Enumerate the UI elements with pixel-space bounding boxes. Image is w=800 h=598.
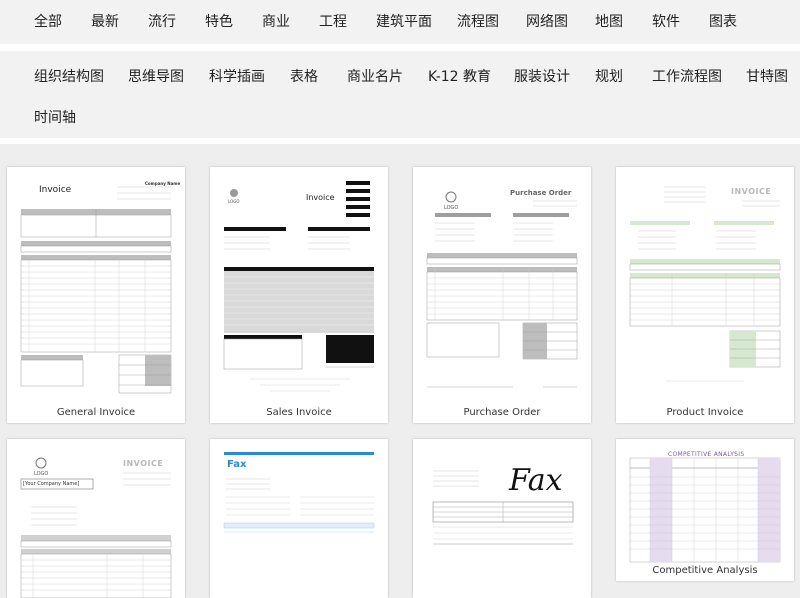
template-doc-title: Invoice	[306, 193, 335, 202]
nav-item-business[interactable]: 商业	[262, 13, 290, 31]
nav-item-engineering[interactable]: 工程	[319, 13, 347, 31]
nav-item-science[interactable]: 科学插画	[209, 68, 265, 86]
template-doc-title: INVOICE	[731, 187, 772, 196]
nav-item-planning[interactable]: 规划	[595, 68, 623, 86]
template-thumbnail	[20, 186, 172, 394]
nav-item-business-card[interactable]: 商业名片	[347, 68, 403, 86]
template-card-fax-script[interactable]: Fax	[413, 439, 591, 598]
logo-text: LOGO	[34, 471, 49, 477]
template-caption: Sales Invoice	[266, 407, 332, 418]
nav-item-org-chart[interactable]: 组织结构图	[34, 68, 104, 86]
template-company-name: [Your Company Name]	[23, 481, 80, 487]
category-nav-primary: 全部 最新 流行 特色 商业 工程 建筑平面 流程图 网络图 地图 软件 图表	[0, 0, 800, 44]
nav-item-table[interactable]: 表格	[290, 68, 318, 86]
template-grid: Invoice Company Name General Invoice Inv…	[0, 144, 800, 598]
template-doc-title: COMPETITIVE ANALYSIS	[668, 451, 745, 458]
template-card-sales-invoice[interactable]: Invoice LOGO Sales Invoice	[210, 167, 388, 423]
template-caption: Product Invoice	[666, 407, 744, 418]
category-nav-secondary: 组织结构图 思维导图 科学插画 表格 商业名片 K-12 教育 服装设计 规划 …	[0, 51, 800, 138]
template-doc-title: Invoice	[39, 185, 72, 195]
nav-item-popular[interactable]: 流行	[148, 13, 176, 31]
nav-item-timeline[interactable]: 时间轴	[34, 109, 76, 127]
template-doc-title: Purchase Order	[510, 189, 572, 197]
template-card-purchase-order[interactable]: Purchase Order LOGO Purchase Order	[413, 167, 591, 423]
template-thumbnail	[629, 186, 781, 382]
template-card-product-invoice[interactable]: INVOICE Product Invoice	[616, 167, 794, 423]
nav-item-gantt[interactable]: 甘特图	[746, 68, 788, 86]
template-card-competitive-analysis[interactable]: COMPETITIVE ANALYSIS Competitive Analysi…	[616, 439, 794, 581]
template-caption: General Invoice	[56, 407, 136, 418]
nav-item-flowchart[interactable]: 流程图	[457, 13, 499, 31]
template-card-fax-blue[interactable]: Fax	[210, 439, 388, 598]
nav-item-map[interactable]: 地图	[595, 13, 623, 31]
template-thumbnail	[426, 191, 578, 388]
template-caption: Competitive Analysis	[652, 565, 758, 576]
nav-item-network[interactable]: 网络图	[526, 13, 568, 31]
nav-item-latest[interactable]: 最新	[91, 13, 119, 31]
nav-item-chart[interactable]: 图表	[709, 13, 737, 31]
nav-item-k12[interactable]: K-12 教育	[428, 68, 491, 86]
template-doc-title: Fax	[227, 459, 247, 470]
logo-text: LOGO	[228, 199, 240, 204]
template-thumbnail	[432, 470, 574, 545]
nav-item-software[interactable]: 软件	[652, 13, 680, 31]
logo-text: LOGO	[444, 205, 459, 211]
nav-item-fashion[interactable]: 服装设计	[514, 68, 570, 86]
nav-item-workflow[interactable]: 工作流程图	[652, 68, 722, 86]
template-card-invoice-company[interactable]: INVOICE LOGO [Your Company Name]	[7, 439, 185, 598]
template-caption: Purchase Order	[463, 407, 541, 418]
nav-item-featured[interactable]: 特色	[205, 13, 233, 31]
nav-item-floor-plan[interactable]: 建筑平面	[376, 13, 432, 31]
template-card-general-invoice[interactable]: Invoice Company Name General Invoice	[7, 167, 185, 423]
template-company-name: Company Name	[145, 181, 181, 186]
template-doc-title: INVOICE	[123, 459, 164, 468]
template-doc-title: Fax	[509, 463, 563, 498]
nav-item-all[interactable]: 全部	[34, 13, 62, 31]
nav-item-mind-map[interactable]: 思维导图	[128, 68, 184, 86]
